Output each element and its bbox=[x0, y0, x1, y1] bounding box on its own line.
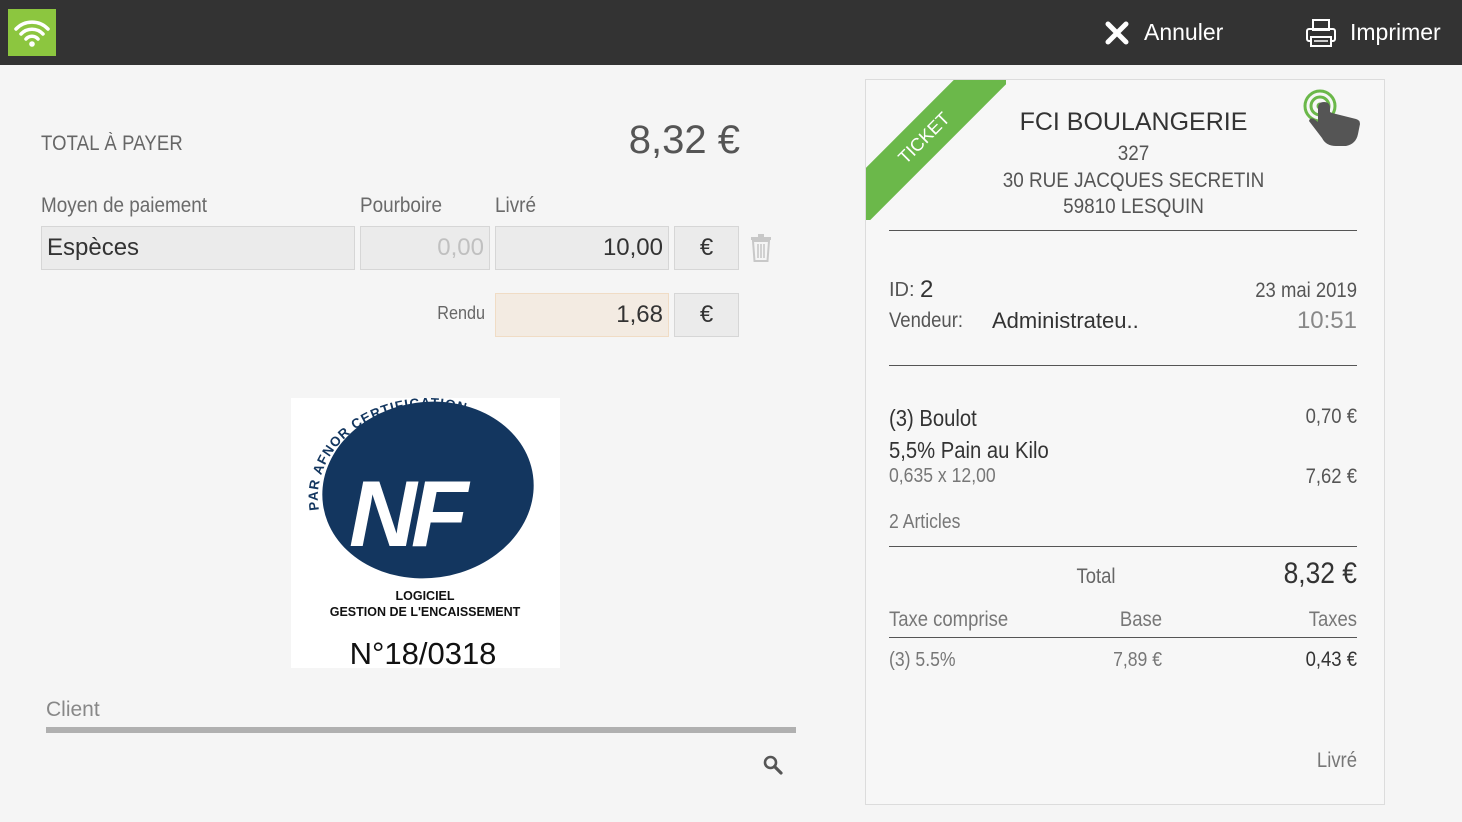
tip-header: Pourboire bbox=[360, 194, 442, 217]
payment-method-select[interactable]: Espèces bbox=[41, 226, 355, 270]
total-to-pay-value: 8,32 € bbox=[628, 118, 740, 162]
tap-hand-icon[interactable] bbox=[1302, 88, 1362, 155]
article-count: 2 Articles bbox=[889, 511, 961, 533]
client-label: Client bbox=[46, 698, 100, 721]
line-item-price: 7,62 € bbox=[1305, 465, 1357, 488]
ticket-id-label: ID: bbox=[889, 279, 915, 301]
divider bbox=[889, 230, 1357, 231]
seller-value: Administrateu.. bbox=[992, 308, 1139, 333]
ticket-time: 10:51 bbox=[1296, 307, 1357, 334]
given-header: Livré bbox=[495, 194, 536, 217]
total-to-pay-label: TOTAL À PAYER bbox=[41, 132, 183, 155]
payment-method-header: Moyen de paiement bbox=[41, 194, 208, 217]
ticket-date: 23 mai 2019 bbox=[1255, 279, 1357, 302]
ticket-ribbon: TICKET bbox=[866, 80, 1006, 220]
wifi-icon[interactable] bbox=[8, 9, 56, 56]
change-currency-button[interactable]: € bbox=[674, 293, 739, 337]
printer-icon bbox=[1306, 18, 1336, 47]
tax-rate: (3) 5.5% bbox=[889, 649, 956, 671]
tax-base: 7,89 € bbox=[1113, 649, 1162, 671]
print-button[interactable]: Imprimer bbox=[1306, 0, 1441, 65]
ticket-ribbon-label: TICKET bbox=[866, 80, 1006, 220]
nf-certification-logo: PAR AFNOR CERTIFICATION NF LOGICIEL GEST… bbox=[291, 395, 560, 671]
line-item-name: (3) Boulot bbox=[889, 405, 977, 431]
line-item-detail: 0,635 x 12,00 bbox=[889, 465, 996, 487]
line-item-name: 5,5% Pain au Kilo bbox=[889, 437, 1049, 463]
cancel-button[interactable]: Annuler bbox=[1104, 0, 1223, 65]
tax-amount: 0,43 € bbox=[1305, 648, 1357, 671]
ticket-total-value: 8,32 € bbox=[1283, 557, 1357, 590]
receipt-cutoff bbox=[866, 770, 1384, 804]
change-label: Rendu bbox=[437, 303, 485, 323]
seller-label: Vendeur: bbox=[889, 309, 963, 332]
search-icon[interactable] bbox=[763, 755, 783, 780]
change-amount-field: 1,68 bbox=[495, 293, 669, 337]
nf-logo-line2: GESTION DE L'ENCAISSEMENT bbox=[330, 605, 521, 619]
close-icon bbox=[1105, 21, 1129, 44]
given-amount-input[interactable]: 10,00 bbox=[495, 226, 669, 270]
taxes-header: Taxes bbox=[1308, 608, 1357, 631]
shop-address-line3: 59810 LESQUIN bbox=[1063, 195, 1204, 218]
ticket-id-value: 2 bbox=[920, 276, 934, 303]
divider bbox=[889, 637, 1357, 638]
line-item-price: 0,70 € bbox=[1305, 405, 1357, 428]
client-search-field[interactable] bbox=[46, 727, 796, 733]
tax-header: Taxe comprise bbox=[889, 608, 1009, 631]
top-bar: Annuler Imprimer bbox=[0, 0, 1462, 65]
base-header: Base bbox=[1119, 608, 1162, 631]
shop-address-line2: 30 RUE JACQUES SECRETIN bbox=[1002, 169, 1265, 192]
divider bbox=[889, 365, 1357, 366]
trash-icon[interactable] bbox=[750, 234, 772, 267]
receipt-preview[interactable]: TICKET FCI BOULANGERIE 327 30 RUE JACQUE… bbox=[865, 79, 1385, 805]
nf-logo-line1: LOGICIEL bbox=[395, 589, 454, 603]
shop-name: FCI BOULANGERIE bbox=[1019, 108, 1248, 136]
tip-input[interactable]: 0,00 bbox=[360, 226, 490, 270]
nf-certificate-number: N°18/0318 bbox=[350, 636, 497, 668]
ticket-total-label: Total bbox=[1076, 565, 1116, 588]
divider bbox=[889, 546, 1357, 547]
cancel-label: Annuler bbox=[1144, 19, 1224, 45]
print-label: Imprimer bbox=[1350, 19, 1441, 45]
nf-mark: NF bbox=[349, 461, 471, 566]
currency-button[interactable]: € bbox=[674, 226, 739, 270]
shop-address-line1: 327 bbox=[1117, 142, 1150, 165]
